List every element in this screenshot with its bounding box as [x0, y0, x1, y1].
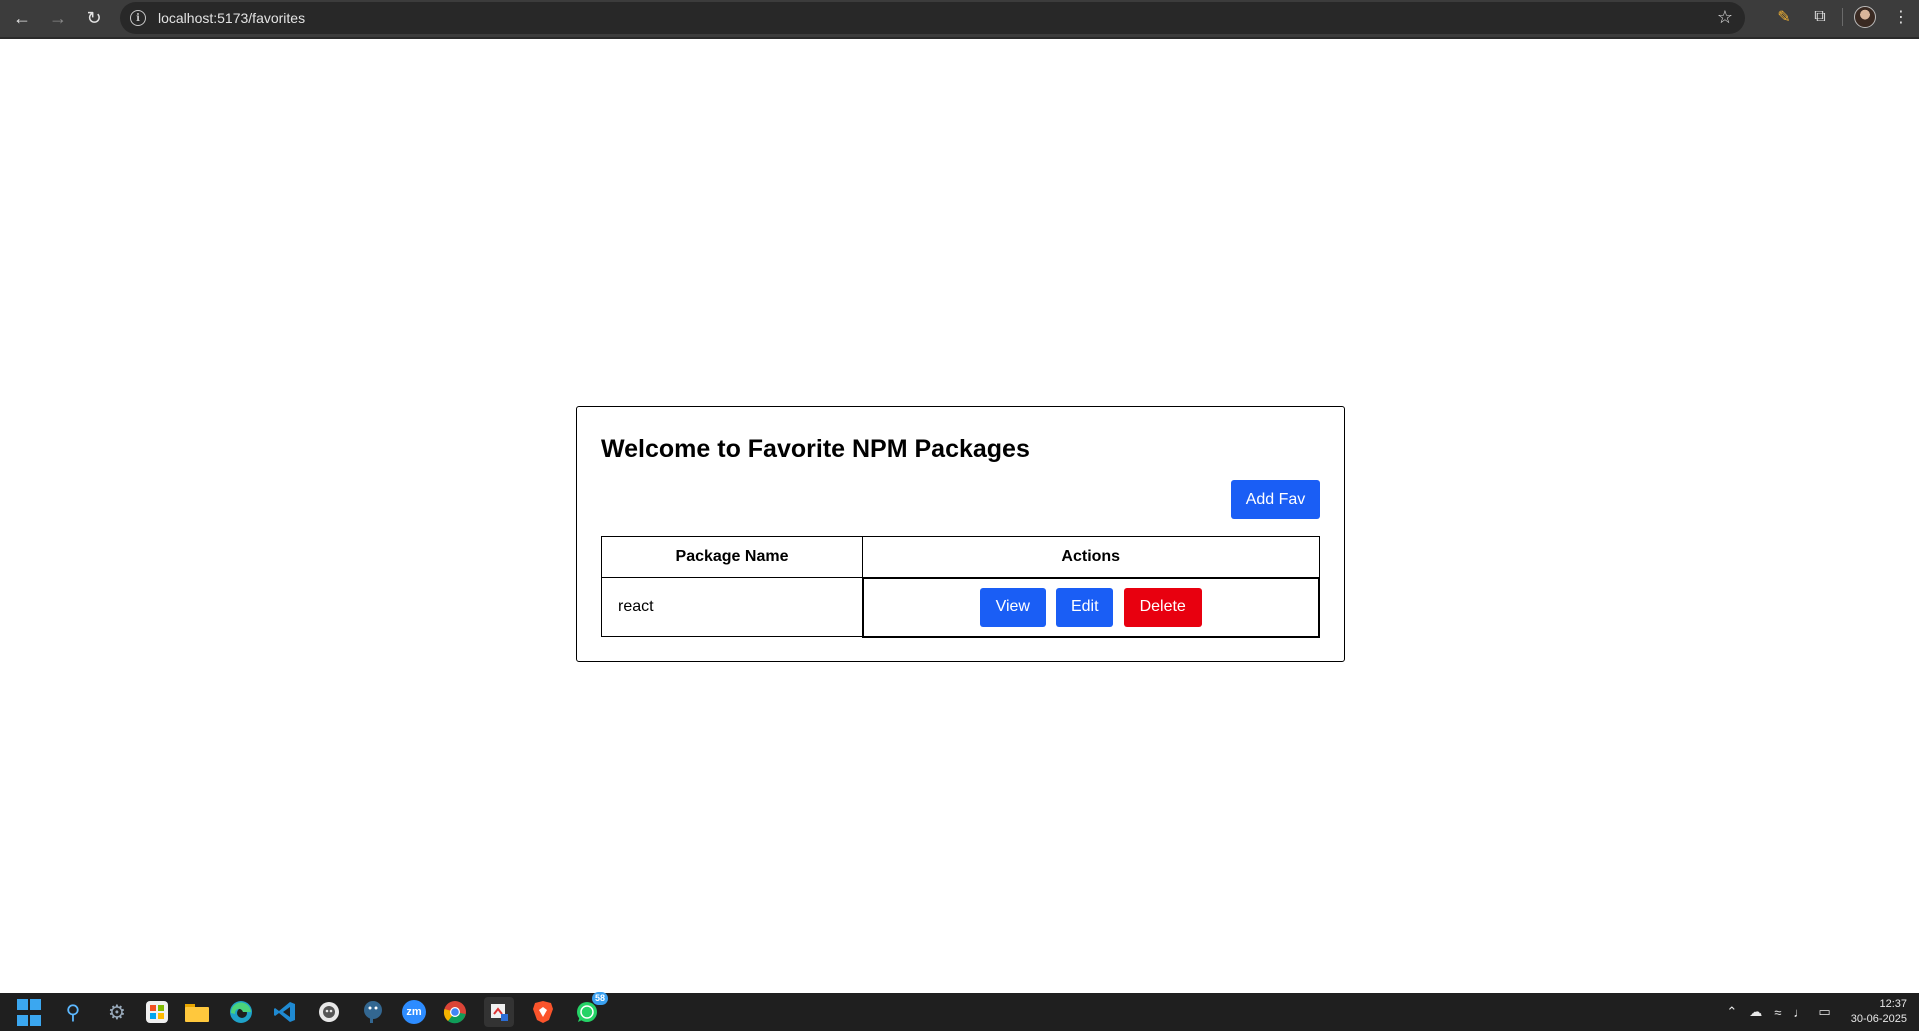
zoom-icon[interactable]: zm — [402, 1000, 426, 1024]
notification-badge: 58 — [591, 992, 608, 1005]
url-text[interactable]: localhost:5173/favorites — [158, 10, 305, 26]
back-arrow-icon[interactable]: ← — [4, 4, 40, 34]
settings-icon[interactable]: ⚙ — [102, 997, 132, 1027]
file-explorer-icon[interactable] — [182, 997, 212, 1027]
taskbar: ⚲ ⚙ zm 58 ⌃ ☁ ≈ ♩ ▭ 12:37 30-06-2025 — [0, 992, 1919, 1031]
snipping-tool-icon[interactable] — [484, 997, 514, 1027]
store-icon[interactable] — [146, 1001, 168, 1023]
github-desktop-icon[interactable] — [314, 997, 344, 1027]
search-icon[interactable]: ⚲ — [58, 997, 88, 1027]
whatsapp-icon[interactable]: 58 — [572, 992, 608, 1027]
table-header-row: Package Name Actions — [601, 536, 1320, 578]
clock-time: 12:37 — [1879, 998, 1907, 1010]
view-button[interactable]: View — [979, 587, 1046, 627]
reload-icon[interactable]: ↻ — [76, 4, 112, 34]
battery-icon[interactable]: ▭ — [1818, 1004, 1830, 1020]
table-row: react View Edit Delete — [601, 576, 1320, 638]
clock-date: 30-06-2025 — [1850, 1013, 1907, 1025]
taskbar-apps: ⚲ ⚙ zm 58 — [14, 992, 616, 1027]
postgres-icon[interactable] — [358, 997, 388, 1027]
add-fav-button[interactable]: Add Fav — [1231, 480, 1320, 519]
clock[interactable]: 12:37 30-06-2025 — [1851, 997, 1907, 1027]
profile-button[interactable] — [1847, 2, 1883, 32]
browser-tools: ✎ ⧉ ⋮ — [1766, 0, 1919, 34]
windows-start-icon[interactable] — [14, 997, 44, 1027]
browser-toolbar: ← → ↻ i localhost:5173/favorites ☆ ✎ ⧉ ⋮ — [0, 0, 1919, 39]
vscode-icon[interactable] — [270, 997, 300, 1027]
kebab-menu-icon[interactable]: ⋮ — [1883, 2, 1919, 32]
column-header-package-name: Package Name — [601, 536, 863, 578]
system-tray: ⌃ ☁ ≈ ♩ ▭ 12:37 30-06-2025 — [1726, 993, 1907, 1031]
packages-table: Package Name Actions react View Edit Del… — [601, 536, 1320, 638]
onedrive-icon[interactable]: ☁ — [1749, 1004, 1762, 1020]
actions-cell: View Edit Delete — [861, 576, 1320, 638]
puzzle-icon[interactable]: ⧉ — [1802, 2, 1838, 32]
avatar — [1854, 6, 1876, 28]
site-info-icon[interactable]: i — [130, 10, 146, 26]
column-header-actions: Actions — [862, 536, 1320, 578]
brave-icon[interactable] — [528, 997, 558, 1027]
delete-button[interactable]: Delete — [1123, 587, 1202, 627]
wifi-icon[interactable]: ≈ — [1774, 1005, 1781, 1020]
page-title: Welcome to Favorite NPM Packages — [601, 435, 1030, 463]
edge-icon[interactable] — [226, 997, 256, 1027]
address-bar[interactable]: i localhost:5173/favorites ☆ — [120, 2, 1745, 34]
toolbar-divider — [1842, 8, 1843, 26]
chrome-icon[interactable] — [440, 997, 470, 1027]
package-name-cell: react — [601, 577, 863, 637]
pen-icon[interactable]: ✎ — [1766, 2, 1802, 32]
favorites-card: Welcome to Favorite NPM Packages Add Fav… — [576, 406, 1345, 662]
forward-arrow-icon[interactable]: → — [40, 4, 76, 34]
chevron-up-icon[interactable]: ⌃ — [1726, 1004, 1737, 1020]
volume-icon[interactable]: ♩ — [1793, 1005, 1806, 1020]
edit-button[interactable]: Edit — [1056, 587, 1114, 627]
star-icon[interactable]: ☆ — [1717, 7, 1733, 28]
